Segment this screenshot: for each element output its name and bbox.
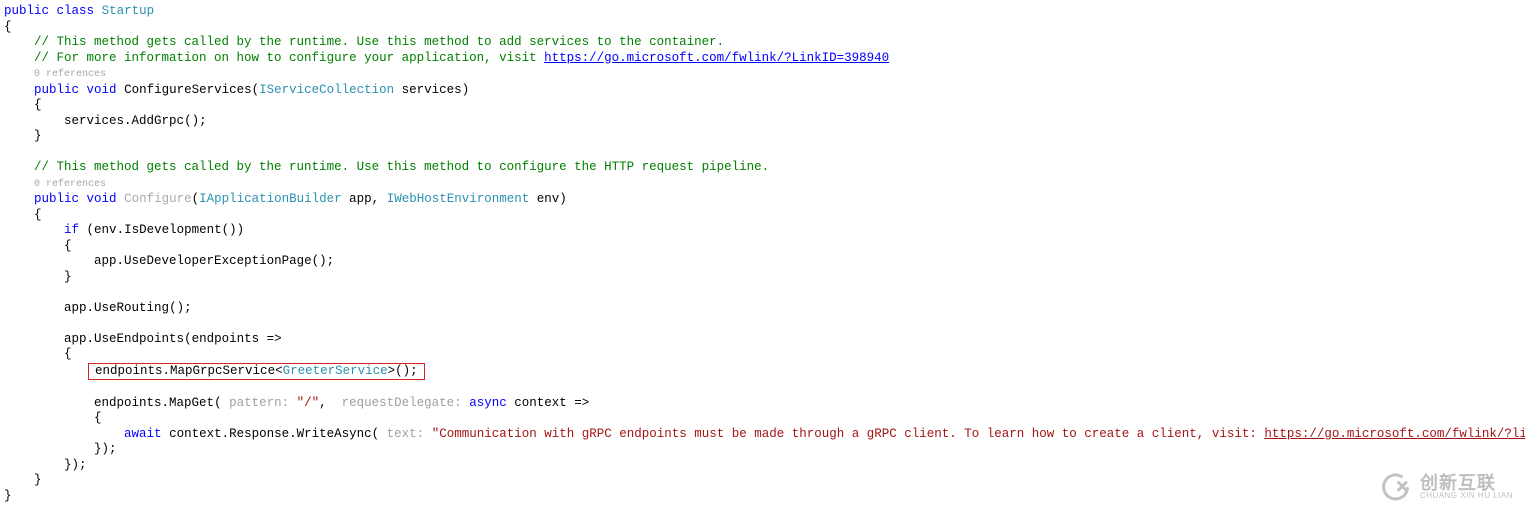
lambda-endpoints: endpoints — [192, 332, 260, 346]
keyword-public: public — [34, 83, 79, 97]
lambda-context: context — [514, 396, 567, 410]
class-Startup: Startup — [102, 4, 155, 18]
comment-url-1[interactable]: https://go.microsoft.com/fwlink/?LinkID=… — [544, 51, 889, 65]
comment-line-2-pre: // For more information on how to config… — [34, 51, 544, 65]
keyword-void: void — [87, 83, 117, 97]
interface-IApplicationBuilder: IApplicationBuilder — [199, 192, 342, 206]
method-ConfigureServices: ConfigureServices — [124, 83, 252, 97]
keyword-class: class — [57, 4, 95, 18]
call-UseEndpoints: UseEndpoints — [94, 332, 184, 346]
call-AddGrpc: AddGrpc — [132, 114, 185, 128]
method-Configure: Configure — [124, 192, 192, 206]
type-GreeterService: GreeterService — [283, 364, 388, 378]
interface-IWebHostEnvironment: IWebHostEnvironment — [387, 192, 530, 206]
code-editor[interactable]: public class Startup { // This method ge… — [0, 0, 1525, 508]
codelens-references[interactable]: 0 references — [34, 179, 106, 190]
param-services: services — [64, 114, 124, 128]
param-env: env — [94, 223, 117, 237]
param-env: env — [537, 192, 560, 206]
call-WriteAsync: WriteAsync — [297, 427, 372, 441]
codelens-references[interactable]: 0 references — [34, 69, 106, 80]
highlight-box: endpoints.MapGrpcService<GreeterService>… — [88, 363, 425, 381]
keyword-public: public — [4, 4, 49, 18]
param-app: app — [64, 301, 87, 315]
param-app: app — [94, 254, 117, 268]
lambda-endpoints: endpoints — [95, 364, 163, 378]
interface-IServiceCollection: IServiceCollection — [259, 83, 394, 97]
inline-hint-text: text: — [387, 427, 425, 441]
param-app: app — [349, 192, 372, 206]
comment-line-1: // This method gets called by the runtim… — [34, 35, 724, 49]
call-UseDeveloperExceptionPage: UseDeveloperExceptionPage — [124, 254, 312, 268]
prop-Response: Response — [229, 427, 289, 441]
lambda-context: context — [169, 427, 222, 441]
call-MapGet: MapGet — [169, 396, 214, 410]
call-IsDevelopment: IsDevelopment — [124, 223, 222, 237]
keyword-async: async — [469, 396, 507, 410]
string-msg-url[interactable]: https://go.microsoft.com/fwlink/?linkid=… — [1264, 427, 1525, 441]
keyword-void: void — [87, 192, 117, 206]
string-slash: "/" — [297, 396, 320, 410]
comment-line-3: // This method gets called by the runtim… — [34, 160, 769, 174]
param-app: app — [64, 332, 87, 346]
string-msg-pre: "Communication with gRPC endpoints must … — [432, 427, 1265, 441]
keyword-public: public — [34, 192, 79, 206]
lambda-endpoints: endpoints — [94, 396, 162, 410]
inline-hint-requestDelegate: requestDelegate: — [342, 396, 462, 410]
param-services: services — [402, 83, 462, 97]
call-UseRouting: UseRouting — [94, 301, 169, 315]
keyword-await: await — [124, 427, 162, 441]
inline-hint-pattern: pattern: — [229, 396, 289, 410]
keyword-if: if — [64, 223, 79, 237]
call-MapGrpcService: MapGrpcService — [170, 364, 275, 378]
